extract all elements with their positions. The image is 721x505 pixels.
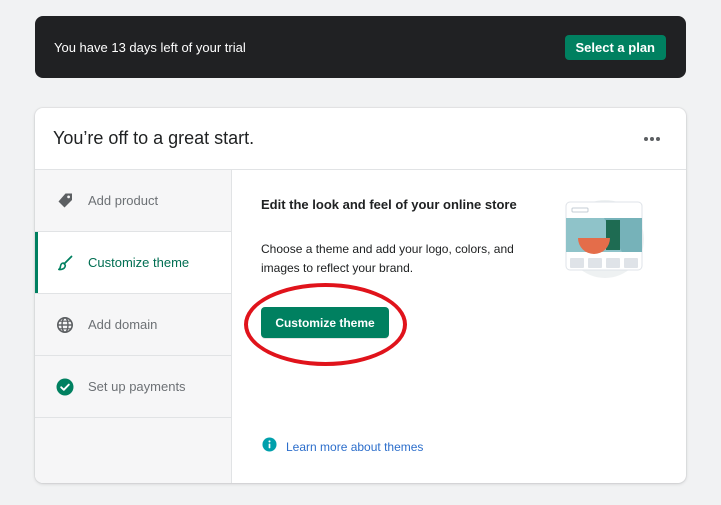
step-label: Add product: [88, 193, 159, 208]
tag-icon: [56, 192, 74, 210]
step-detail-heading: Edit the look and feel of your online st…: [261, 197, 517, 212]
step-label: Set up payments: [88, 379, 186, 394]
card-header: You’re off to a great start.: [35, 108, 686, 170]
step-detail-panel: Edit the look and feel of your online st…: [232, 170, 686, 483]
customize-theme-button[interactable]: Customize theme: [261, 307, 389, 338]
step-customize-theme[interactable]: Customize theme: [35, 232, 231, 294]
step-add-domain[interactable]: Add domain: [35, 294, 231, 356]
checkmark-circle-icon: [56, 378, 74, 396]
step-add-product[interactable]: Add product: [35, 170, 231, 232]
setup-guide-card: You’re off to a great start. Add product: [35, 108, 686, 483]
theme-illustration: [564, 198, 646, 285]
card-body: Add product Customize theme Add domain S…: [35, 170, 686, 483]
select-plan-button[interactable]: Select a plan: [564, 34, 666, 60]
paintbrush-icon: [56, 254, 74, 272]
globe-icon: [56, 316, 74, 334]
card-title: You’re off to a great start.: [53, 128, 255, 148]
setup-steps-sidebar: Add product Customize theme Add domain S…: [35, 170, 232, 483]
info-icon: [262, 437, 277, 457]
step-label: Add domain: [88, 317, 158, 332]
more-actions-icon[interactable]: [640, 133, 664, 145]
step-detail-description: Choose a theme and add your logo, colors…: [261, 242, 514, 275]
learn-more-themes-link[interactable]: Learn more about themes: [262, 437, 423, 457]
step-label: Customize theme: [88, 255, 190, 270]
step-set-up-payments[interactable]: Set up payments: [35, 356, 231, 418]
trial-banner: You have 13 days left of your trial Sele…: [35, 16, 686, 78]
trial-message: You have 13 days left of your trial: [54, 39, 246, 55]
learn-more-label[interactable]: Learn more about themes: [286, 440, 423, 454]
